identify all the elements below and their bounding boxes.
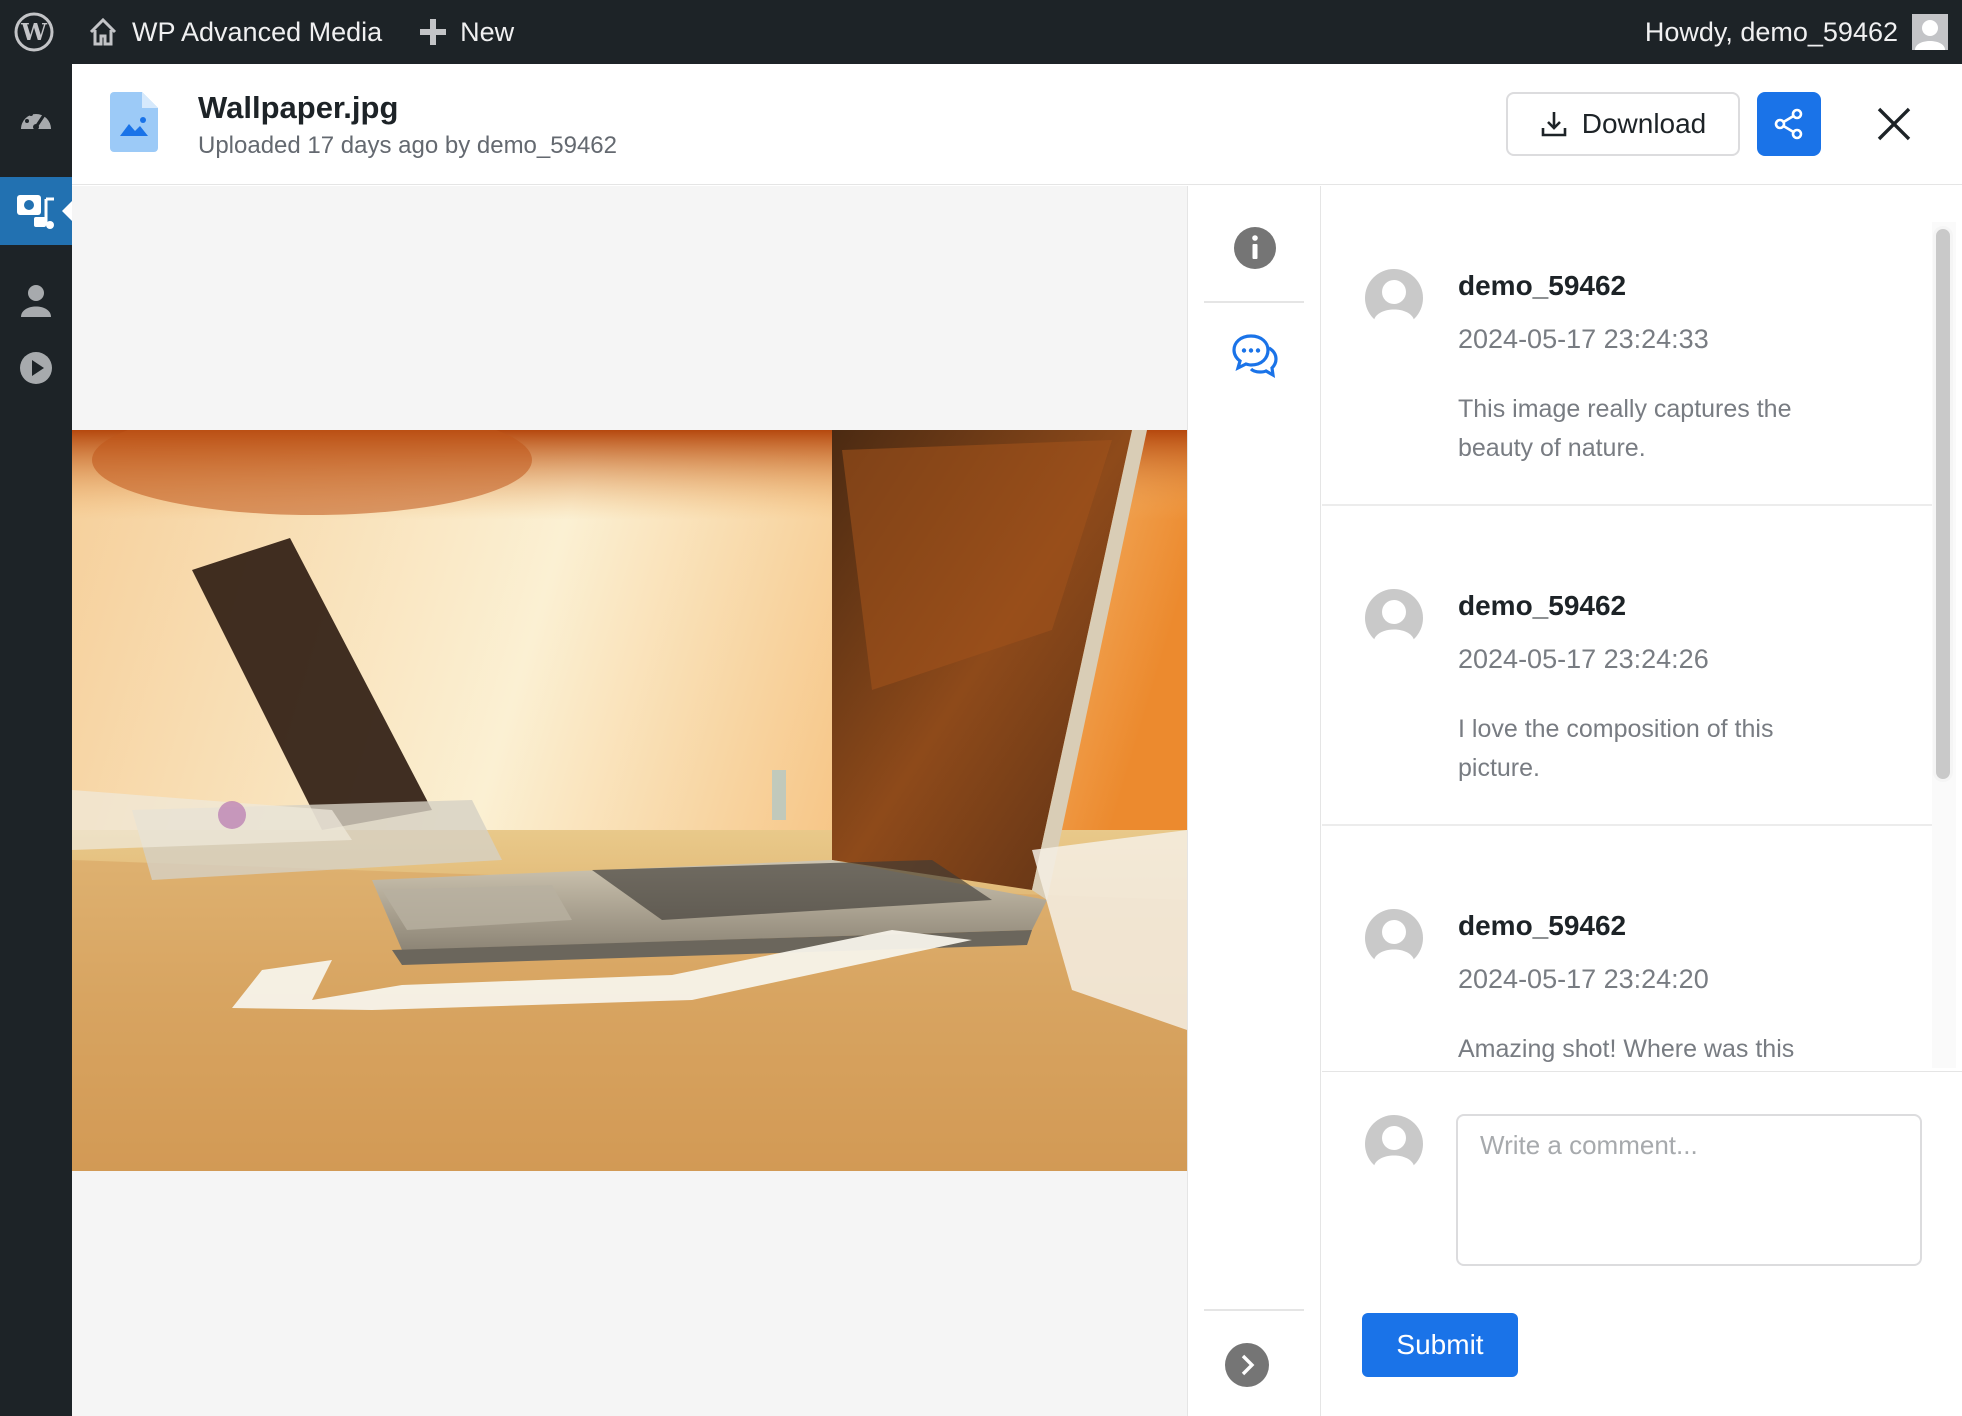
my-account[interactable]: Howdy, demo_59462 [1645,0,1948,64]
file-title: Wallpaper.jpg [198,90,399,125]
users-icon [21,285,51,317]
comment-author: demo_59462 [1458,910,1627,941]
comment-item: demo_59462 2024-05-17 23:24:33 This imag… [1322,186,1934,506]
comment-date: 2024-05-17 23:24:26 [1458,644,1709,674]
svg-text:W: W [20,19,48,46]
image-viewer [72,186,1187,1416]
comment-text: I love the composition of this picture. [1458,715,1774,782]
submit-button[interactable]: Submit [1362,1313,1518,1377]
new-content-link[interactable]: New [400,0,532,64]
sidebar-item-users[interactable] [0,266,72,334]
plus-icon [420,19,447,45]
share-button[interactable] [1757,92,1821,156]
preview-image[interactable] [72,430,1187,1171]
site-name-link[interactable]: WP Advanced Media [68,0,400,64]
comment-date: 2024-05-17 23:24:33 [1458,324,1709,354]
rail-divider [1204,1309,1304,1311]
media-modal-header: Wallpaper.jpg Uploaded 17 days ago by de… [72,64,1962,185]
comment-author: demo_59462 [1458,590,1627,621]
admin-bar: W WP Advanced Media New Howdy, demo_5946… [0,0,1962,64]
home-icon [89,17,117,46]
commenter-avatar-icon [1364,268,1424,328]
download-label: Download [1581,108,1707,139]
comment-input[interactable] [1456,1114,1922,1266]
comment-text: Amazing shot! Where was this [1458,1035,1795,1063]
site-name: WP Advanced Media [132,16,383,47]
wordpress-logo-icon[interactable]: W [0,0,68,64]
current-user-avatar-icon [1364,1114,1424,1174]
comment-text: This image really captures the beauty of… [1458,395,1792,462]
share-icon [1774,108,1803,140]
info-icon[interactable] [1233,226,1277,270]
file-upload-info: Uploaded 17 days ago by demo_59462 [198,132,617,159]
new-label: New [460,16,515,47]
comment-compose: Submit [1322,1071,1962,1416]
panel-tab-rail [1187,186,1321,1416]
comments-list: demo_59462 2024-05-17 23:24:33 This imag… [1322,186,1962,1071]
play-icon [20,352,52,384]
media-icon [17,195,54,229]
download-icon [1541,112,1567,137]
comments-scrollbar[interactable] [1933,226,1953,782]
comments-icon[interactable] [1231,332,1279,380]
image-file-icon [110,92,158,152]
active-menu-arrow [62,201,72,221]
commenter-avatar-icon [1364,908,1424,968]
download-button[interactable]: Download [1506,92,1740,156]
admin-sidebar [0,64,72,1416]
sidebar-item-media[interactable] [0,177,72,245]
comment-author: demo_59462 [1458,270,1627,301]
rail-divider [1204,301,1304,303]
sidebar-item-media-player[interactable] [0,334,72,402]
close-icon[interactable] [1864,94,1924,154]
dashboard-icon [21,110,51,130]
user-greeting: Howdy, demo_59462 [1644,16,1898,47]
sidebar-item-dashboard[interactable] [0,86,72,154]
commenter-avatar-icon [1364,588,1424,648]
comment-date: 2024-05-17 23:24:20 [1458,964,1709,994]
comment-item: demo_59462 2024-05-17 23:24:20 Amazing s… [1322,826,1934,1071]
user-avatar-icon [1912,14,1948,50]
chevron-right-icon[interactable] [1224,1342,1270,1388]
comment-item: demo_59462 2024-05-17 23:24:26 I love th… [1322,506,1934,826]
